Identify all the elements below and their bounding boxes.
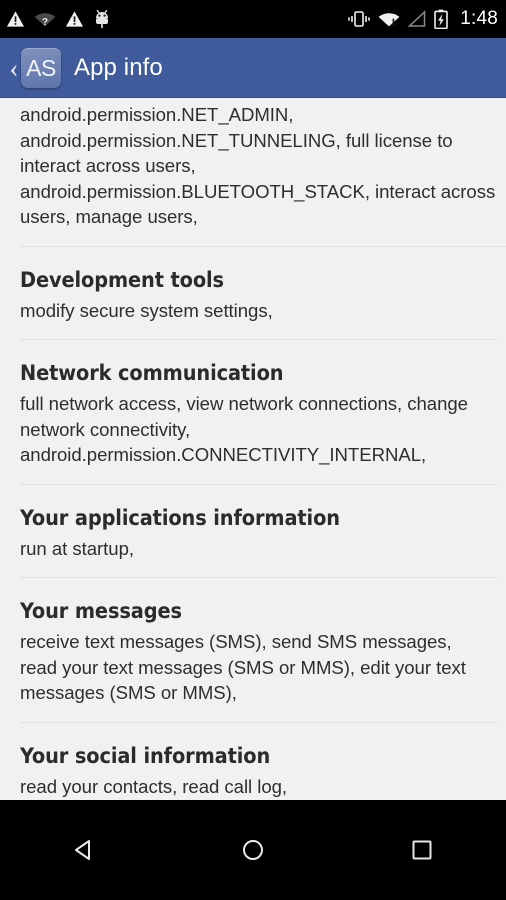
permission-group-body: run at startup,	[20, 537, 134, 559]
permission-group-heading: Development tools	[20, 267, 224, 293]
permission-body-partial: android.permission.NET_ADMIN, android.pe…	[20, 104, 496, 227]
android-screen: ? 1:48 ‹ AS App info android.permission.…	[0, 0, 506, 900]
permission-group: Your social information read your contac…	[0, 723, 506, 800]
wifi-unknown-icon: ?	[34, 13, 56, 28]
status-bar-clock: 1:48	[460, 8, 498, 29]
permission-group-heading: Your messages	[20, 599, 182, 625]
battery-charging-icon	[434, 9, 449, 29]
nav-home-button[interactable]	[169, 836, 338, 864]
permission-group-heading: Your applications information	[20, 505, 340, 531]
triangle-left-icon	[75, 840, 91, 860]
vibrate-icon	[348, 11, 371, 27]
permission-group-heading: Your social information	[20, 743, 271, 769]
page-title: App info	[74, 54, 163, 81]
action-bar: ‹ AS App info	[0, 38, 506, 98]
svg-text:?: ?	[42, 17, 48, 28]
nav-recents-button[interactable]	[337, 836, 506, 864]
permission-group-body: modify secure system settings,	[20, 299, 273, 321]
navigation-bar	[0, 800, 506, 900]
status-bar: ? 1:48	[0, 0, 506, 38]
permission-group: Your applications information run at sta…	[0, 485, 506, 579]
wifi-no-internet-icon	[378, 13, 400, 27]
nav-back-button[interactable]	[0, 836, 169, 864]
permission-group-heading: Network communication	[20, 361, 284, 387]
permission-group-body: read your contacts, read call log,	[20, 775, 288, 797]
square-icon	[412, 840, 432, 860]
circle-icon	[243, 840, 263, 860]
app-icon: AS	[21, 48, 61, 88]
android-bug-icon	[96, 9, 108, 28]
permission-group-body: receive text messages (SMS), send SMS me…	[20, 631, 466, 704]
cellular-signal-icon	[407, 10, 426, 27]
permission-group: Your messages receive text messages (SMS…	[0, 578, 506, 723]
permission-group: Development tools modify secure system s…	[0, 247, 506, 341]
permission-group: Network communication full network acces…	[0, 340, 506, 485]
warning-triangle-icon	[65, 11, 84, 27]
status-bar-left-icons: ?	[6, 9, 111, 29]
permission-group-body: full network access, view network connec…	[20, 393, 468, 466]
app-info-scroll-area[interactable]: android.permission.NET_ADMIN, android.pe…	[0, 98, 506, 800]
warning-triangle-icon	[6, 11, 25, 27]
status-bar-right-icons: 1:48	[347, 8, 498, 30]
